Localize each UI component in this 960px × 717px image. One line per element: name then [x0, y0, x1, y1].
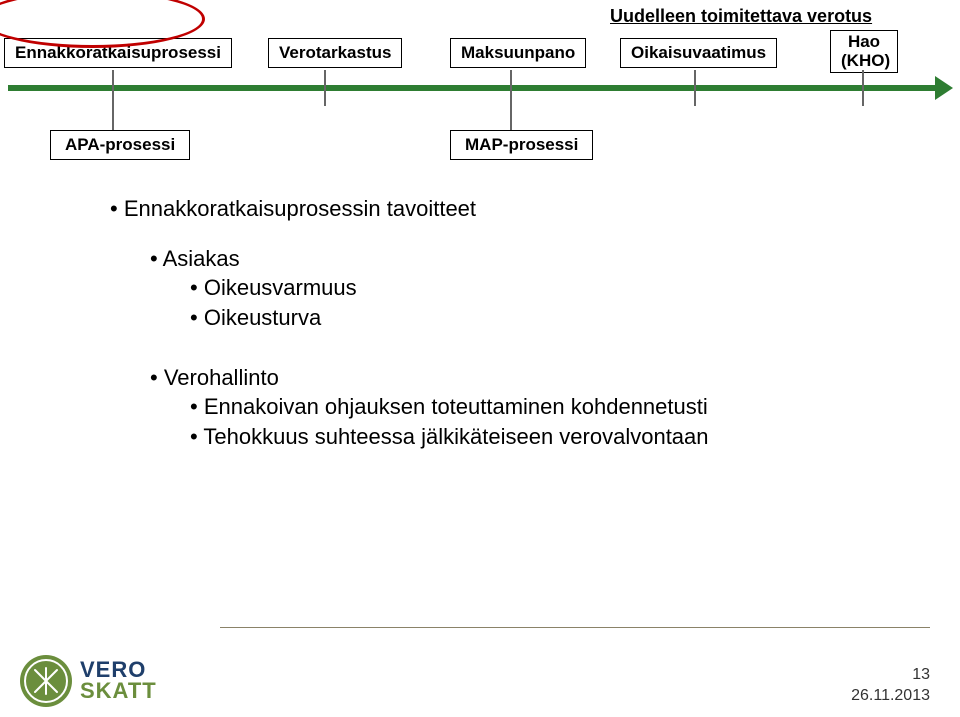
- timeline-arrow-head: [935, 76, 953, 100]
- phase-hao-kho: Hao (KHO): [830, 30, 898, 73]
- subbox-label: APA-prosessi: [65, 135, 175, 154]
- bullet-text: Verohallinto: [164, 365, 279, 390]
- timeline-tick: [112, 70, 114, 106]
- header-label: Uudelleen toimitettava verotus: [610, 6, 872, 27]
- timeline-tick: [324, 70, 326, 106]
- bullet-text: Oikeusvarmuus: [204, 275, 357, 300]
- bullet-level3: Oikeusvarmuus: [190, 273, 870, 303]
- logo-medal-icon: [20, 655, 72, 707]
- footer-meta: 13 26.11.2013: [851, 665, 930, 707]
- bullet-level2: Asiakas: [150, 244, 870, 274]
- footer-rule: [220, 627, 930, 628]
- bullet-text: Asiakas: [163, 246, 240, 271]
- footer-date: 26.11.2013: [851, 686, 930, 707]
- subbox-apa-prosessi: APA-prosessi: [50, 130, 190, 160]
- connector-line: [112, 106, 114, 132]
- phase-label-line1: Hao: [848, 32, 880, 51]
- phase-label: Oikaisuvaatimus: [631, 43, 766, 62]
- logo-wordmark: VERO SKATT: [80, 660, 157, 702]
- page-number: 13: [851, 665, 930, 686]
- timeline-tick: [862, 70, 864, 106]
- vero-logo: VERO SKATT: [20, 655, 157, 707]
- bullet-content: Ennakkoratkaisuprosessin tavoitteet Asia…: [110, 190, 870, 452]
- timeline-tick: [694, 70, 696, 106]
- subbox-label: MAP-prosessi: [465, 135, 578, 154]
- timeline-arrow: [8, 85, 938, 91]
- footer: VERO SKATT 13 26.11.2013: [0, 627, 960, 717]
- bullet-level1: Ennakkoratkaisuprosessin tavoitteet: [110, 194, 870, 224]
- phase-label: Maksuunpano: [461, 43, 575, 62]
- timeline-tick: [510, 70, 512, 106]
- phase-label-line2: (KHO): [841, 51, 890, 70]
- phase-label: Verotarkastus: [279, 43, 391, 62]
- bullet-text: Ennakoivan ohjauksen toteuttaminen kohde…: [204, 394, 708, 419]
- bullet-level3: Ennakoivan ohjauksen toteuttaminen kohde…: [190, 392, 870, 422]
- connector-line: [510, 106, 512, 132]
- bullet-text: Ennakkoratkaisuprosessin tavoitteet: [124, 196, 476, 221]
- slide: Uudelleen toimitettava verotus Ennakkora…: [0, 0, 960, 717]
- phase-maksuunpano: Maksuunpano: [450, 38, 586, 68]
- bullet-level3: Oikeusturva: [190, 303, 870, 333]
- logo-word2: SKATT: [80, 681, 157, 702]
- bullet-text: Oikeusturva: [204, 305, 321, 330]
- bullet-level3: Tehokkuus suhteessa jälkikäteiseen verov…: [190, 422, 870, 452]
- sub-process-row: APA-prosessi MAP-prosessi: [0, 130, 960, 180]
- phase-oikaisuvaatimus: Oikaisuvaatimus: [620, 38, 777, 68]
- phase-verotarkastus: Verotarkastus: [268, 38, 402, 68]
- bullet-level2: Verohallinto: [150, 363, 870, 393]
- bullet-text: Tehokkuus suhteessa jälkikäteiseen verov…: [203, 424, 708, 449]
- subbox-map-prosessi: MAP-prosessi: [450, 130, 593, 160]
